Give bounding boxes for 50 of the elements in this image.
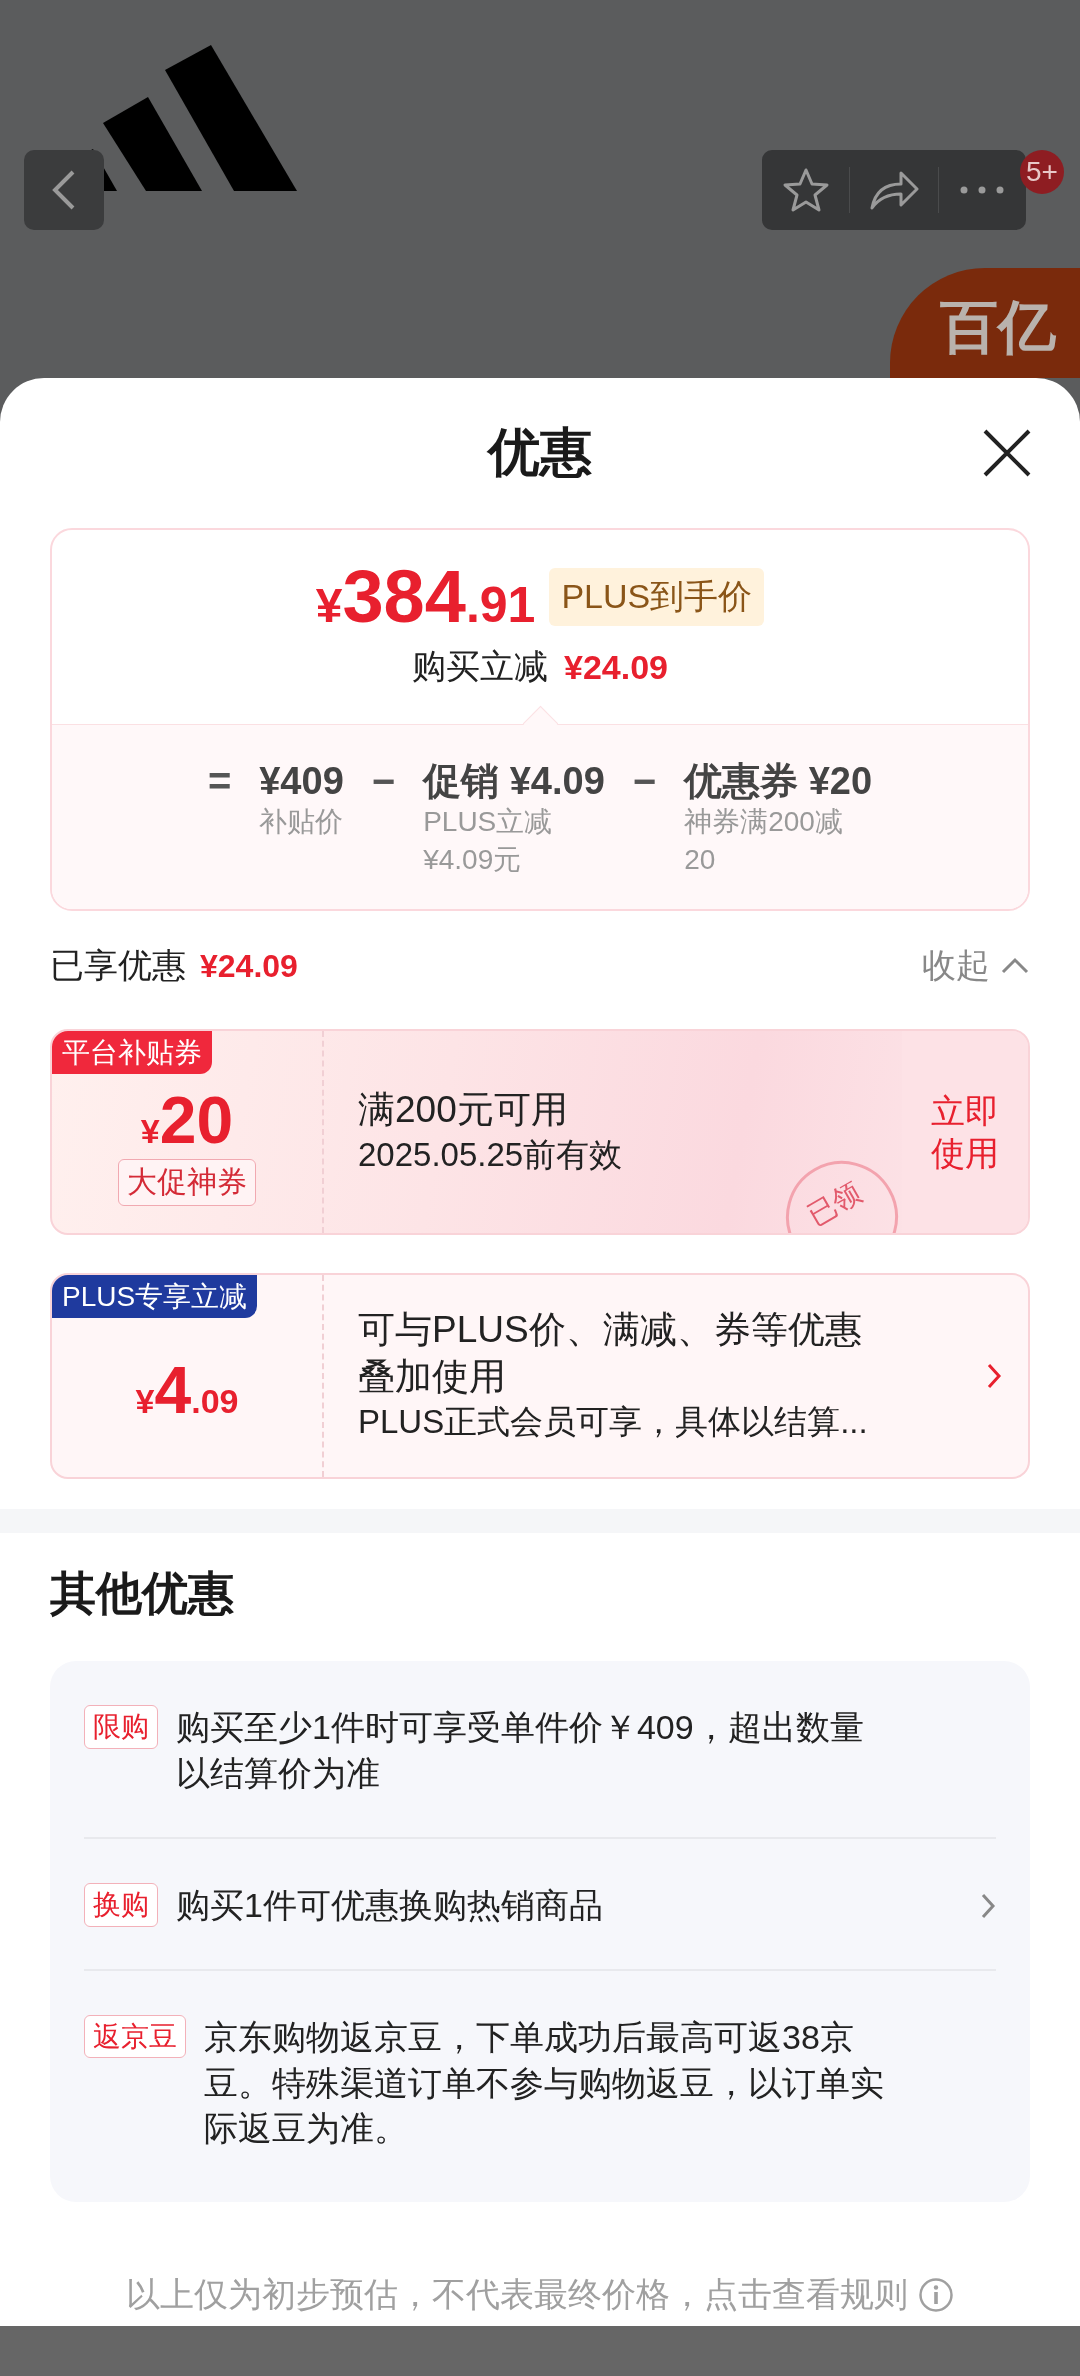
- section-title: 其他优惠: [50, 1566, 235, 1621]
- applied-label: 已享优惠: [50, 945, 186, 986]
- coupon-tag: PLUS专享立减: [52, 1275, 258, 1318]
- coupon-amount: ¥20: [140, 1086, 234, 1153]
- rules-link[interactable]: 以上仅为初步预估，不代表最终价格，点击查看规则: [126, 2272, 954, 2318]
- chevron-right-icon: [980, 1891, 996, 1920]
- info-icon: [918, 2277, 954, 2313]
- breakdown-amount: ¥409: [259, 759, 344, 803]
- applied-amount: ¥24.09: [200, 947, 298, 985]
- operator-sign: −: [632, 759, 657, 805]
- breakdown-note: 补贴价: [259, 805, 344, 839]
- coupon-amount: ¥4.09: [135, 1357, 239, 1423]
- chevron-right-icon: [986, 1362, 1002, 1390]
- coupon-title: 可与PLUS价、满减、券等优惠叠加使用: [358, 1308, 863, 1399]
- operator-sign: −: [371, 759, 396, 805]
- coupon-subtitle: 2025.05.25前有效: [358, 1134, 624, 1175]
- offer-text: 京东购物返京豆，下单成功后最高可返38京豆。特殊渠道订单不参与购物返豆，以订单实际返豆为准。: [204, 2016, 885, 2150]
- coupon-card[interactable]: ¥20 大促神券 满200元可用 2025.05.25前有效 已领 立即使用 平台补贴券: [50, 1029, 1030, 1235]
- collapse-toggle[interactable]: 收起: [922, 943, 1030, 989]
- back-button[interactable]: [24, 150, 104, 230]
- notification-badge: 5+: [1020, 150, 1064, 194]
- promo-badge[interactable]: 百亿: [890, 268, 1080, 378]
- offer-text: 购买1件可优惠换购热销商品: [176, 1884, 604, 1926]
- breakdown-amount: 优惠券 ¥20: [684, 759, 873, 803]
- discount-card[interactable]: ¥4.09 可与PLUS价、满减、券等优惠叠加使用 PLUS正式会员可享，具体以结算... PLUS专享立减: [50, 1273, 1030, 1479]
- offer-tag: 换购: [84, 1882, 158, 1927]
- more-icon: [960, 186, 1005, 194]
- saving-amount: ¥24.09: [564, 647, 668, 687]
- offer-tag: 限购: [84, 1705, 158, 1749]
- star-icon: [781, 167, 830, 213]
- offer-text: 购买至少1件时可享受单件价￥409，超出数量以结算价为准: [176, 1707, 865, 1794]
- offer-tag: 返京豆: [84, 2014, 186, 2059]
- close-icon: [982, 428, 1032, 478]
- coupon-tag: 平台补贴券: [52, 1031, 212, 1074]
- sheet-title: 优惠: [488, 422, 592, 483]
- coupon-label: 大促神券: [118, 1158, 256, 1206]
- operator-sign: =: [207, 759, 232, 805]
- price-label: PLUS到手价: [549, 568, 765, 626]
- breakdown-note: PLUS立减: [423, 805, 553, 839]
- saving-label: 购买立减: [412, 646, 548, 687]
- breakdown-note: 神券满200减: [684, 805, 843, 839]
- breakdown-note: ¥4.09元: [423, 843, 522, 877]
- breakdown-amount: 促销 ¥4.09: [423, 759, 605, 803]
- offer-row[interactable]: 换购 购买1件可优惠换购热销商品: [84, 1838, 996, 1971]
- coupon-title: 满200元可用: [358, 1087, 569, 1132]
- close-button[interactable]: [982, 428, 1032, 478]
- breakdown-note: 20: [684, 843, 716, 877]
- share-icon: [869, 170, 919, 210]
- coupon-subtitle: PLUS正式会员可享，具体以结算...: [358, 1401, 869, 1442]
- final-price: ¥384.91: [315, 560, 536, 634]
